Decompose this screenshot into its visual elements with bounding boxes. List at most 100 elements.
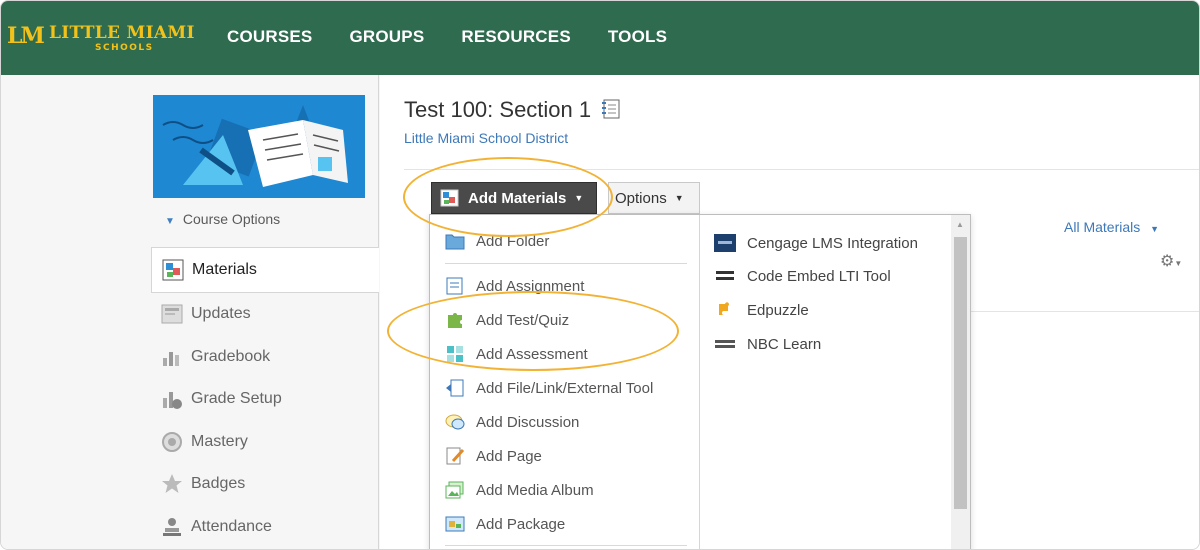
menu-item-code-embed-lti-tool[interactable]: Code Embed LTI Tool: [714, 264, 891, 288]
badge-star-icon: [162, 474, 182, 494]
menu-item-label: Code Embed LTI Tool: [747, 267, 891, 285]
code-embed-icon: [716, 271, 734, 280]
nav-resources[interactable]: RESOURCES: [461, 27, 571, 47]
mastery-icon: [162, 431, 182, 452]
menu-item-edpuzzle[interactable]: Edpuzzle: [714, 298, 809, 322]
menu-item-label: Edpuzzle: [747, 301, 809, 319]
sidebar-item-label: Attendance: [191, 517, 272, 535]
course-image: [153, 95, 365, 198]
sidebar-item-label: Gradebook: [191, 347, 271, 365]
menu-item-add-folder[interactable]: Add Folder: [445, 229, 549, 253]
menu-item-label: Add Test/Quiz: [476, 311, 570, 329]
gear-icon: ⚙: [1160, 253, 1175, 270]
course-options-label: Course Options: [182, 211, 281, 227]
notebook-icon[interactable]: [601, 99, 621, 119]
page-title: Test 100: Section 1: [404, 97, 621, 123]
left-sidebar: ▼ Course Options Materials Updates Grade…: [1, 75, 379, 549]
dropdown-scrollbar[interactable]: ▲: [951, 215, 970, 549]
logo-mark: LM: [7, 23, 45, 49]
sidebar-item-gradebook[interactable]: Gradebook: [151, 336, 379, 379]
caret-down-icon: ▼: [674, 193, 684, 203]
add-materials-icon: [440, 189, 459, 207]
caret-down-icon: ▼: [1174, 259, 1183, 268]
school-logo[interactable]: LM LITTLE MIAMI SCHOOLS: [7, 21, 197, 59]
logo-name: LITTLE MIAMI: [49, 23, 195, 43]
sidebar-item-label: Updates: [191, 305, 251, 323]
scrollbar-thumb[interactable]: [954, 237, 967, 509]
app-window: LM LITTLE MIAMI SCHOOLS COURSES GROUPS R…: [0, 0, 1200, 550]
sidebar-item-materials[interactable]: Materials: [151, 247, 379, 293]
sidebar-item-label: Mastery: [191, 432, 248, 450]
menu-item-label: Add Discussion: [476, 413, 580, 431]
sidebar-item-mastery[interactable]: Mastery: [151, 421, 379, 464]
menu-item-nbc-learn[interactable]: NBC Learn: [714, 332, 821, 356]
caret-down-icon: ▼: [574, 193, 584, 203]
sidebar-item-updates[interactable]: Updates: [151, 293, 379, 336]
menu-item-add-page[interactable]: Add Page: [445, 444, 542, 468]
menu-item-cengage-lms-integration[interactable]: Cengage LMS Integration: [714, 231, 918, 255]
scroll-up-arrow-icon[interactable]: ▲: [956, 220, 964, 229]
menu-item-label: Add File/Link/External Tool: [476, 379, 654, 397]
package-icon: [445, 516, 465, 532]
sidebar-item-label: Grade Setup: [191, 390, 282, 408]
all-materials-filter[interactable]: All Materials ▼: [1064, 219, 1159, 235]
menu-separator: [445, 545, 687, 546]
assignment-icon: [446, 277, 463, 295]
materials-icon: [162, 259, 184, 281]
menu-item-label: Add Assessment: [476, 345, 588, 363]
assessment-icon: [447, 346, 463, 362]
menu-item-add-discussion[interactable]: Add Discussion: [445, 410, 579, 434]
menu-item-label: Cengage LMS Integration: [747, 234, 918, 252]
logo-subtitle: SCHOOLS: [95, 43, 154, 53]
menu-item-add-file-link-external-tool[interactable]: Add File/Link/External Tool: [445, 376, 653, 400]
menu-item-add-assignment[interactable]: Add Assignment: [445, 274, 584, 298]
updates-icon: [161, 304, 183, 324]
settings-gear-menu[interactable]: ⚙▼: [1160, 251, 1182, 271]
top-nav-bar: LM LITTLE MIAMI SCHOOLS COURSES GROUPS R…: [1, 1, 1199, 75]
menu-item-add-package[interactable]: Add Package: [445, 512, 565, 536]
caret-down-icon: ▼: [165, 216, 175, 227]
media-album-icon: [445, 481, 464, 499]
list-divider: [970, 311, 1199, 312]
menu-item-add-test-quiz[interactable]: Add Test/Quiz: [445, 308, 569, 332]
menu-item-label: Add Package: [476, 515, 566, 533]
school-district-link[interactable]: Little Miami School District: [404, 130, 568, 146]
puzzle-quiz-icon: [448, 313, 462, 328]
menu-item-add-assessment[interactable]: Add Assessment: [445, 342, 588, 366]
menu-item-label: NBC Learn: [747, 335, 822, 353]
nav-groups[interactable]: GROUPS: [349, 27, 424, 47]
nav-courses[interactable]: COURSES: [227, 27, 312, 47]
folder-icon: [445, 234, 465, 250]
menu-item-add-media-album[interactable]: Add Media Album: [445, 478, 594, 502]
dropdown-right-column: Cengage LMS Integration Code Embed LTI T…: [701, 215, 951, 549]
sidebar-item-attendance[interactable]: Attendance: [151, 506, 379, 549]
dropdown-left-column: Add Folder Add Assignment Add Test/Quiz: [430, 215, 700, 549]
menu-item-label: Add Media Album: [476, 481, 594, 499]
attendance-icon: [163, 517, 181, 536]
options-label: Options: [615, 189, 667, 207]
add-materials-dropdown: Add Folder Add Assignment Add Test/Quiz: [429, 214, 971, 549]
course-title: Test 100: Section 1: [404, 97, 592, 122]
nav-tools[interactable]: TOOLS: [608, 27, 667, 47]
course-options-toggle[interactable]: ▼ Course Options: [165, 211, 280, 227]
discussion-icon: [445, 414, 465, 430]
all-materials-label: All Materials: [1064, 219, 1141, 235]
nbc-learn-icon: [715, 340, 735, 348]
edpuzzle-icon: [719, 302, 729, 315]
file-link-icon: [446, 379, 464, 397]
sidebar-nav: Materials Updates Gradebook Grade Setup …: [151, 247, 379, 548]
add-materials-button[interactable]: Add Materials ▼: [431, 182, 597, 214]
main-nav: COURSES GROUPS RESOURCES TOOLS: [227, 27, 667, 47]
course-banner-illustration: [153, 95, 365, 198]
cengage-logo-icon: [714, 234, 736, 252]
page-edit-icon: [446, 447, 465, 465]
menu-item-label: Add Folder: [476, 232, 550, 250]
sidebar-item-grade-setup[interactable]: Grade Setup: [151, 378, 379, 421]
caret-down-icon: ▼: [1150, 224, 1160, 234]
menu-item-label: Add Assignment: [476, 277, 585, 295]
sidebar-item-badges[interactable]: Badges: [151, 463, 379, 506]
grade-setup-icon: [163, 392, 182, 410]
sidebar-item-label: Materials: [192, 261, 257, 278]
gradebook-icon: [163, 351, 179, 366]
options-button[interactable]: Options ▼: [608, 182, 700, 214]
